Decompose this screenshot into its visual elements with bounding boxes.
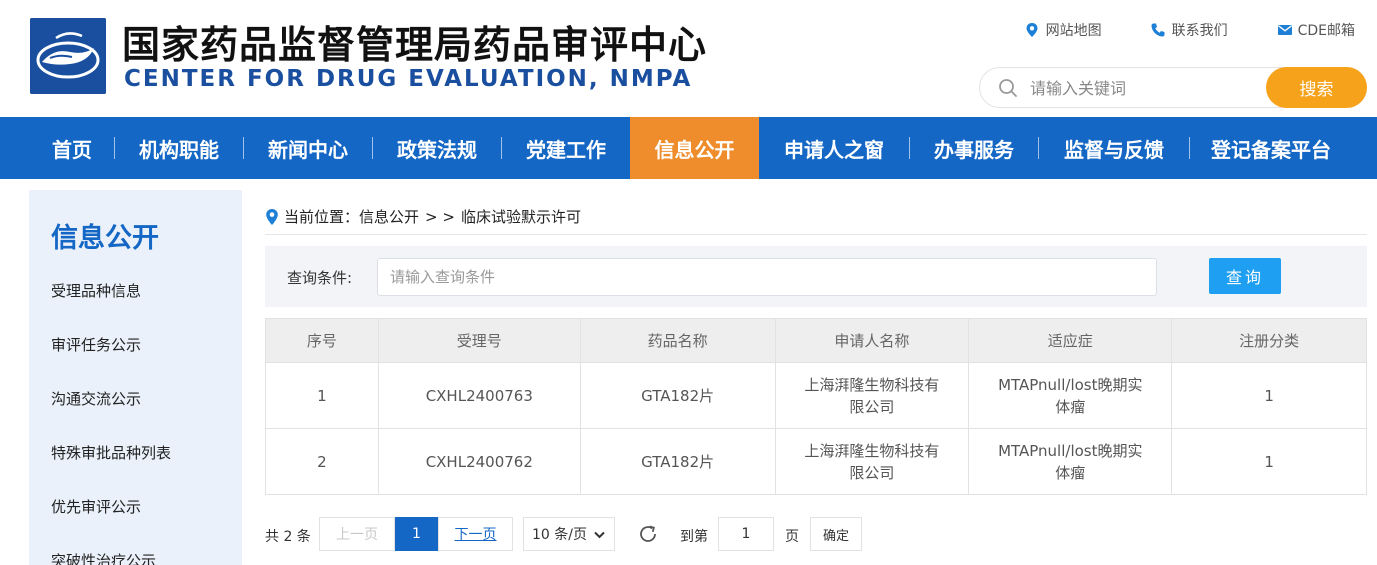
nav-item-home[interactable]: 首页 (30, 117, 114, 179)
breadcrumb-prefix: 当前位置： (284, 208, 360, 226)
sidebar-item-breakthrough-therapy[interactable]: 突破性治疗公示 (51, 550, 156, 565)
nav-item-news[interactable]: 新闻中心 (244, 117, 372, 179)
column-header-drug-name: 药品名称 (579, 318, 776, 363)
cell-indication: MTAPnull/lost晚期实体瘤 (968, 362, 1173, 429)
column-header-applicant: 申请人名称 (774, 318, 970, 363)
nav-item-registration-platform[interactable]: 登记备案平台 (1190, 117, 1352, 179)
location-pin-icon (1024, 22, 1040, 38)
sidebar-item-special-approval[interactable]: 特殊审批品种列表 (51, 442, 171, 463)
cell-acceptance-no: CXHL2400762 (377, 428, 581, 495)
sidebar-title: 信息公开 (51, 223, 159, 254)
contact-link[interactable]: 联系我们 (1150, 20, 1228, 40)
page-suffix-label: 页 (785, 529, 799, 545)
pagination-total: 共 2 条 (265, 529, 311, 545)
query-input[interactable] (377, 258, 1157, 296)
nav-item-functions[interactable]: 机构职能 (115, 117, 243, 179)
page-size-select[interactable]: 10 条/页 (523, 517, 615, 551)
nav-item-services[interactable]: 办事服务 (910, 117, 1038, 179)
sitemap-label: 网站地图 (1045, 23, 1102, 39)
main-nav: 首页 机构职能 新闻中心 政策法规 党建工作 信息公开 申请人之窗 办事服务 监… (0, 117, 1377, 179)
cell-acceptance-no: CXHL2400763 (377, 362, 581, 429)
cell-index: 1 (265, 362, 379, 429)
phone-icon (1150, 22, 1166, 38)
cell-applicant: 上海湃隆生物科技有限公司 (774, 362, 970, 429)
query-label: 查询条件: (287, 269, 353, 287)
breadcrumb-parent[interactable]: 信息公开 (359, 206, 419, 227)
contact-label: 联系我们 (1171, 23, 1228, 39)
goto-label: 到第 (680, 529, 708, 545)
table-row: 2 CXHL2400762 GTA182片 上海湃隆生物科技有限公司 MTAPn… (265, 428, 1367, 495)
sidebar: 信息公开 受理品种信息 审评任务公示 沟通交流公示 特殊审批品种列表 优先审评公… (29, 190, 242, 565)
breadcrumb-separator: > > (425, 207, 455, 226)
current-page-button[interactable]: 1 (395, 517, 438, 551)
prev-page-button[interactable]: 上一页 (319, 517, 395, 551)
site-title-en: CENTER FOR DRUG EVALUATION, NMPA (124, 66, 693, 92)
goto-confirm-button[interactable]: 确定 (810, 517, 862, 551)
cell-registration-class: 1 (1171, 428, 1367, 495)
cell-index: 2 (265, 428, 379, 495)
query-bar: 查询条件: 查询 (265, 246, 1367, 307)
site-title-cn: 国家药品监督管理局药品审评中心 (122, 23, 708, 67)
cell-drug-name: GTA182片 (579, 362, 776, 429)
sitemap-link[interactable]: 网站地图 (1024, 20, 1102, 40)
breadcrumb: 当前位置： 信息公开 > > 临床试验默示许可 (265, 206, 581, 227)
breadcrumb-current: 临床试验默示许可 (460, 208, 581, 226)
site-header: 国家药品监督管理局药品审评中心 CENTER FOR DRUG EVALUATI… (0, 0, 1377, 117)
column-header-index: 序号 (265, 318, 379, 363)
refresh-icon[interactable] (637, 523, 659, 545)
cell-registration-class: 1 (1171, 362, 1367, 429)
cell-indication: MTAPnull/lost晚期实体瘤 (968, 428, 1173, 495)
nav-item-info-disclosure[interactable]: 信息公开 (630, 117, 759, 179)
sidebar-item-review-tasks[interactable]: 审评任务公示 (51, 334, 141, 355)
cell-applicant: 上海湃隆生物科技有限公司 (774, 428, 970, 495)
cell-drug-name: GTA182片 (579, 428, 776, 495)
nav-item-applicant-window[interactable]: 申请人之窗 (759, 117, 909, 179)
column-header-indication: 适应症 (968, 318, 1173, 363)
sidebar-item-accepted-varieties[interactable]: 受理品种信息 (51, 280, 141, 301)
site-search-input[interactable] (1030, 76, 1260, 100)
table-header-row: 序号 受理号 药品名称 申请人名称 适应症 注册分类 (265, 318, 1367, 363)
content-panel: 当前位置： 信息公开 > > 临床试验默示许可 查询条件: 查询 序号 受理号 … (265, 190, 1367, 565)
column-header-acceptance-no: 受理号 (377, 318, 581, 363)
site-search-button[interactable]: 搜索 (1266, 67, 1367, 108)
results-table: 序号 受理号 药品名称 申请人名称 适应症 注册分类 1 CXHL2400763… (265, 318, 1367, 495)
chevron-down-icon (593, 528, 606, 541)
page-size-value: 10 条/页 (532, 527, 587, 543)
sidebar-item-communication[interactable]: 沟通交流公示 (51, 388, 141, 409)
query-button[interactable]: 查询 (1209, 258, 1281, 294)
goto-page-input[interactable] (718, 517, 774, 551)
nav-item-supervision[interactable]: 监督与反馈 (1039, 117, 1189, 179)
table-row: 1 CXHL2400763 GTA182片 上海湃隆生物科技有限公司 MTAPn… (265, 362, 1367, 429)
nav-item-policy[interactable]: 政策法规 (373, 117, 501, 179)
sidebar-item-priority-review[interactable]: 优先审评公示 (51, 496, 141, 517)
mail-icon (1276, 22, 1292, 38)
mailbox-link[interactable]: CDE邮箱 (1276, 20, 1355, 40)
breadcrumb-divider (265, 234, 1367, 235)
next-page-button[interactable]: 下一页 (438, 517, 513, 551)
top-links: 网站地图 联系我们 CDE邮箱 (976, 20, 1355, 40)
column-header-registration-class: 注册分类 (1171, 318, 1367, 363)
search-icon (998, 78, 1018, 98)
location-pin-icon (265, 208, 279, 226)
pagination: 共 2 条 上一页 1 下一页 10 条/页 到第 页 确定 (265, 517, 1367, 551)
nav-item-party[interactable]: 党建工作 (502, 117, 630, 179)
mailbox-label: CDE邮箱 (1297, 23, 1355, 39)
site-search: 搜索 (979, 67, 1367, 108)
cde-logo[interactable] (30, 18, 106, 94)
